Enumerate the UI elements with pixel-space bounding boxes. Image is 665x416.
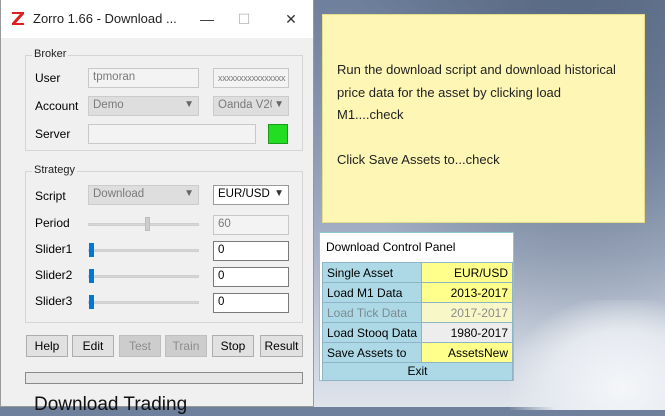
load-stooq-data-value[interactable]: 1980-2017 <box>421 322 513 343</box>
table-row: Single Asset EUR/USD <box>321 262 513 283</box>
asset-select[interactable]: EUR/USD ▼ <box>213 185 289 205</box>
load-m1-data-value[interactable]: 2013-2017 <box>421 282 513 303</box>
account-label: Account <box>35 99 79 113</box>
slider3-label: Slider3 <box>35 294 73 308</box>
slider3[interactable] <box>88 295 199 309</box>
chevron-down-icon: ▼ <box>184 188 194 199</box>
period-slider[interactable] <box>88 217 199 231</box>
slider2-thumb[interactable] <box>89 269 94 283</box>
table-row: Load Tick Data 2017-2017 <box>321 302 513 323</box>
title-bar[interactable]: Zorro 1.66 - Download ... — ☐ ✕ <box>1 0 313 38</box>
chevron-down-icon: ▼ <box>184 99 194 110</box>
slider1-label: Slider1 <box>35 242 73 256</box>
server-field[interactable] <box>88 124 256 144</box>
slider3-track <box>88 301 199 304</box>
user-field[interactable]: tpmoran <box>88 68 199 88</box>
edit-button[interactable]: Edit <box>72 335 114 357</box>
slider1-thumb[interactable] <box>89 243 94 257</box>
slider2[interactable] <box>88 269 199 283</box>
script-select-value: Download <box>93 188 145 200</box>
slider3-field[interactable]: 0 <box>213 293 289 313</box>
note-line-2: Click Save Assets to...check <box>337 152 500 167</box>
server-label: Server <box>35 127 71 141</box>
single-asset-label: Single Asset <box>321 262 423 283</box>
slider1-field[interactable]: 0 <box>213 241 289 261</box>
exit-button[interactable]: Exit <box>322 362 513 381</box>
account-select[interactable]: Demo ▼ <box>88 96 199 116</box>
asset-select-value: EUR/USD <box>218 188 270 200</box>
account-select-value: Demo <box>93 99 124 111</box>
window-title: Zorro 1.66 - Download ... <box>33 11 177 26</box>
test-button[interactable]: Test <box>119 335 161 357</box>
broker-group-label: Broker <box>32 48 69 60</box>
period-slider-thumb[interactable] <box>145 217 150 231</box>
maximize-button[interactable]: ☐ <box>234 9 254 29</box>
connection-status-indicator <box>268 124 288 144</box>
minimize-button[interactable]: — <box>197 9 217 29</box>
panel-table: Single Asset EUR/USD Load M1 Data 2013-2… <box>321 262 513 363</box>
period-label: Period <box>35 216 70 230</box>
result-button[interactable]: Result <box>260 335 303 357</box>
single-asset-value[interactable]: EUR/USD <box>421 262 513 283</box>
period-slider-track <box>88 223 199 226</box>
chevron-down-icon: ▼ <box>272 99 284 110</box>
slider3-thumb[interactable] <box>89 295 94 309</box>
slider1[interactable] <box>88 243 199 257</box>
script-select[interactable]: Download ▼ <box>88 185 199 205</box>
slider1-track <box>88 249 199 252</box>
broker-select-value: Oanda V20 <box>218 99 277 111</box>
period-field[interactable]: 60 <box>213 215 289 235</box>
desktop-snow-area <box>510 300 665 410</box>
download-control-panel: Download Control Panel Single Asset EUR/… <box>319 232 514 381</box>
broker-select[interactable]: Oanda V20 ▼ <box>213 96 289 116</box>
progress-bar <box>25 372 303 384</box>
load-m1-data-button[interactable]: Load M1 Data <box>321 282 423 303</box>
table-row: Load Stooq Data 1980-2017 <box>321 322 513 343</box>
save-assets-to-value[interactable]: AssetsNew <box>421 342 513 363</box>
user-label: User <box>35 71 61 85</box>
table-row: Save Assets to AssetsNew <box>321 342 513 363</box>
table-row: Load M1 Data 2013-2017 <box>321 282 513 303</box>
chevron-down-icon: ▼ <box>274 188 284 199</box>
strategy-group-label: Strategy <box>32 164 77 176</box>
password-field[interactable]: xxxxxxxxxxxxxxxx <box>213 68 289 88</box>
note-line-1: Run the download script and download his… <box>337 62 616 122</box>
slider2-label: Slider2 <box>35 268 73 282</box>
zorro-z-logo-icon <box>12 12 24 25</box>
slider2-field[interactable]: 0 <box>213 267 289 287</box>
zorro-window: Zorro 1.66 - Download ... — ☐ ✕ Broker U… <box>0 0 314 415</box>
load-stooq-data-button[interactable]: Load Stooq Data <box>321 322 423 343</box>
train-button[interactable]: Train <box>165 335 207 357</box>
save-assets-to-button[interactable]: Save Assets to <box>321 342 423 363</box>
panel-title: Download Control Panel <box>326 240 456 254</box>
help-button[interactable]: Help <box>26 335 68 357</box>
stop-button[interactable]: Stop <box>212 335 254 357</box>
close-button[interactable]: ✕ <box>281 9 301 29</box>
load-tick-data-button[interactable]: Load Tick Data <box>321 302 423 323</box>
script-label: Script <box>35 189 66 203</box>
slider2-track <box>88 275 199 278</box>
instruction-note: Run the download script and download his… <box>322 14 645 223</box>
status-text: Download Trading <box>34 394 188 415</box>
load-tick-data-value[interactable]: 2017-2017 <box>421 302 513 323</box>
